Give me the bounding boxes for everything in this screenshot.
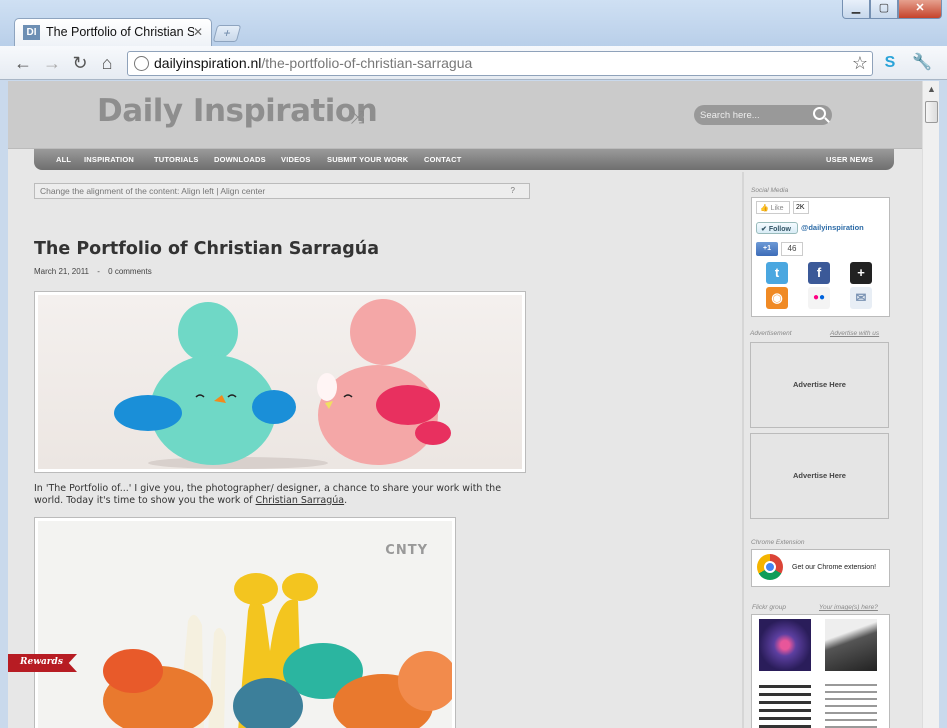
tab-title: The Portfolio of Christian S (46, 25, 194, 39)
flickr-icon[interactable]: ●● (808, 287, 830, 309)
maximize-button[interactable]: ▢ (870, 0, 898, 19)
tab-close-icon[interactable]: ✕ (193, 25, 203, 39)
browser-toolbar: ← → ↻ ⌂ dailyinspiration.nl/the-portfoli… (0, 46, 947, 80)
nav-all[interactable]: ALL (56, 155, 71, 164)
address-bar[interactable]: dailyinspiration.nl/the-portfolio-of-chr… (127, 51, 873, 76)
nav-user-news[interactable]: USER NEWS (826, 155, 873, 164)
designer-link[interactable]: Christian Sarragúa (256, 495, 345, 506)
facebook-like-button[interactable]: 👍 Like (756, 201, 790, 214)
post-image-crochet-coral[interactable]: CNTY (34, 517, 456, 728)
alignment-bar: Change the alignment of the content: Ali… (34, 183, 530, 199)
nav-tutorials[interactable]: TUTORIALS (154, 155, 199, 164)
sidebar-divider (742, 172, 744, 728)
nav-inspiration[interactable]: INSPIRATION (84, 155, 134, 164)
nav-videos[interactable]: VIDEOS (281, 155, 311, 164)
scrollbar-thumb[interactable] (925, 101, 938, 123)
window-controls: ▁ ▢ ✕ (842, 0, 942, 20)
twitter-icon[interactable]: t (766, 262, 788, 284)
rss-icon[interactable]: ◉ (766, 287, 788, 309)
facebook-icon[interactable]: f (808, 262, 830, 284)
back-arrow-icon[interactable]: ← (12, 52, 34, 74)
nav-contact[interactable]: CONTACT (424, 155, 462, 164)
site-logo[interactable]: Daily Inspiration (97, 93, 378, 129)
url-path: /the-portfolio-of-christian-sarragua (261, 55, 473, 71)
post-title[interactable]: The Portfolio of Christian Sarragúa (34, 239, 379, 259)
rewards-ribbon[interactable]: Rewards (8, 654, 77, 672)
ad-slot-1[interactable]: Advertise Here (750, 342, 889, 428)
site-header: Daily Inspiration ⤨ (8, 81, 922, 149)
main-navigation: ALL INSPIRATION TUTORIALS DOWNLOADS VIDE… (34, 149, 894, 170)
ad-slot-2-label: Advertise Here (793, 471, 846, 480)
url-text[interactable]: dailyinspiration.nl/the-portfolio-of-chr… (154, 55, 472, 71)
post-text-after: . (344, 494, 348, 506)
page-info-icon[interactable] (134, 56, 149, 71)
post-comments-link[interactable]: 0 comments (108, 267, 152, 276)
search-box (694, 105, 832, 125)
forward-arrow-icon[interactable]: → (41, 52, 63, 74)
post-intro-text: In 'The Portfolio of...' I give you, the… (34, 483, 526, 506)
chrome-logo-icon (757, 554, 783, 580)
social-media-label: Social Media (751, 187, 789, 194)
window-frame-left (0, 81, 8, 728)
new-tab-button[interactable]: + (212, 25, 242, 42)
post-meta: March 21, 2011 - 0 comments (34, 267, 152, 276)
meta-separator: - (97, 267, 100, 276)
flickr-widget (751, 614, 890, 728)
reload-icon[interactable]: ↻ (69, 52, 91, 74)
plus-one-count: 46 (781, 242, 803, 256)
alignment-help[interactable]: ? (511, 186, 515, 195)
chrome-extension-label: Chrome Extension (751, 539, 805, 546)
ad-slot-2[interactable]: Advertise Here (750, 433, 889, 519)
search-icon[interactable] (813, 107, 826, 120)
search-input[interactable] (700, 108, 800, 122)
image-watermark-logo: CNTY (385, 543, 428, 558)
alignment-options[interactable]: Change the alignment of the content: Ali… (40, 186, 265, 196)
chrome-extension-text: Get our Chrome extension! (792, 564, 877, 571)
email-icon[interactable]: ✉ (850, 287, 872, 309)
your-images-link[interactable]: Your image(s) here? (819, 604, 878, 611)
twitter-follow-button[interactable]: ✔ Follow (756, 222, 798, 234)
site-favicon-icon: DI (23, 25, 40, 40)
page-viewport: Daily Inspiration ⤨ ALL INSPIRATION TUTO… (8, 81, 922, 728)
wrench-icon[interactable]: 🔧 (912, 53, 932, 73)
shuffle-icon[interactable]: ⤨ (350, 107, 364, 128)
bookmark-star-icon[interactable]: ☆ (852, 53, 868, 74)
minimize-button[interactable]: ▁ (842, 0, 870, 19)
advertisement-label: Advertisement (750, 330, 792, 337)
skype-extension-icon[interactable]: S (880, 53, 900, 73)
follow-label: Follow (768, 225, 791, 233)
window-frame-right (939, 81, 947, 728)
flickr-thumb-4[interactable] (825, 681, 877, 728)
flickr-group-label: Flickr group (752, 604, 786, 611)
google-plus-one-button[interactable]: +1 (756, 242, 778, 256)
vertical-scrollbar[interactable]: ▲ (922, 81, 939, 728)
flickr-thumb-1[interactable] (759, 619, 811, 671)
like-count: 2K (793, 201, 809, 214)
home-icon[interactable]: ⌂ (96, 52, 118, 74)
post-date: March 21, 2011 (34, 267, 89, 276)
flickr-thumb-3[interactable] (759, 681, 811, 728)
social-media-widget: 👍 Like 2K ✔ Follow @dailyinspiration +1 … (751, 197, 890, 317)
twitter-handle-link[interactable]: @dailyinspiration (801, 223, 864, 232)
advertise-with-us-link[interactable]: Advertise with us (830, 330, 879, 337)
nav-submit-your-work[interactable]: SUBMIT YOUR WORK (327, 155, 408, 164)
nav-downloads[interactable]: DOWNLOADS (214, 155, 266, 164)
browser-titlebar: DI The Portfolio of Christian S ✕ + ▁ ▢ … (0, 0, 947, 46)
ad-slot-1-label: Advertise Here (793, 380, 846, 389)
add-plus-icon[interactable]: + (850, 262, 872, 284)
window-close-button[interactable]: ✕ (898, 0, 942, 19)
scroll-up-arrow-icon[interactable]: ▲ (923, 81, 940, 98)
crochet-birds-illustration (114, 299, 451, 469)
browser-tab[interactable]: DI The Portfolio of Christian S ✕ (14, 18, 212, 46)
url-domain: dailyinspiration.nl (154, 55, 262, 71)
flickr-thumb-2[interactable] (825, 619, 877, 671)
chrome-extension-widget[interactable]: Get our Chrome extension! (751, 549, 890, 587)
post-image-crochet-birds[interactable] (34, 291, 526, 473)
like-label: Like (770, 205, 784, 212)
